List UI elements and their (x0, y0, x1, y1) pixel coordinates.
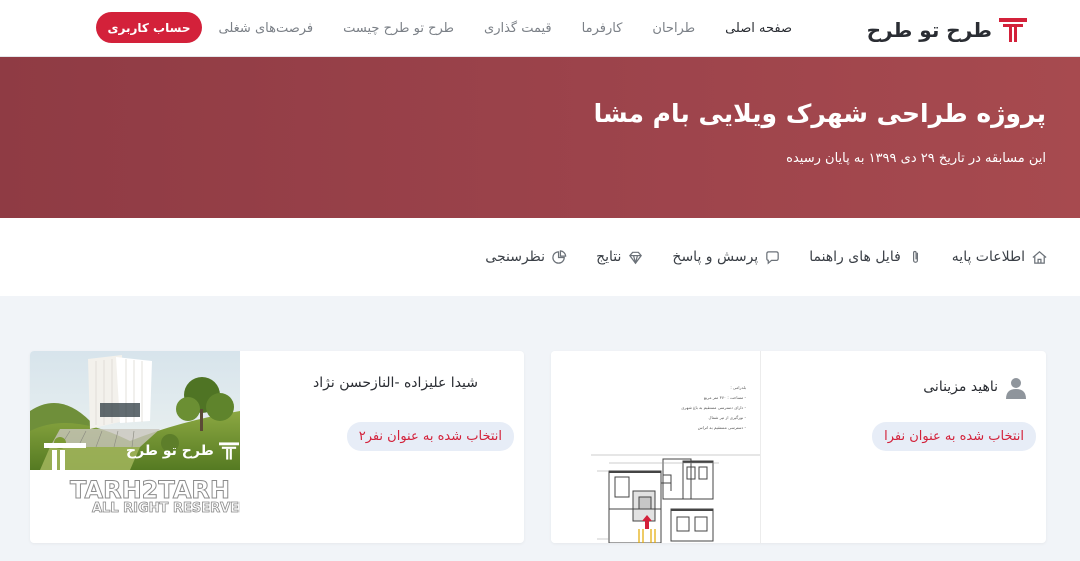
top-navbar: طرح تو طرح صفحه اصلی طراحان کارفرما قیمت… (0, 0, 1080, 57)
nav-home[interactable]: صفحه اصلی (725, 21, 792, 36)
tab-qa[interactable]: پرسش و پاسخ (672, 249, 781, 266)
entry-card[interactable]: شیدا علیزاده -النازحسن نژاد انتخاب شده ب… (30, 351, 524, 543)
selection-badge: انتخاب شده به عنوان نفرا (872, 422, 1036, 451)
project-tabs: اطلاعات پایه فایل های راهنما پرسش و پاسخ… (0, 218, 1080, 296)
tab-results-label: نتایج (596, 249, 622, 265)
nav-about[interactable]: طرح تو طرح چیست (343, 21, 454, 36)
nav-designers[interactable]: طراحان (652, 21, 695, 36)
brand-logo[interactable]: طرح تو طرح (867, 14, 1028, 46)
project-title: پروژه طراحی شهرک ویلایی بام مشا (593, 99, 1046, 128)
tab-basic-info-label: اطلاعات پایه (951, 249, 1025, 265)
diamond-icon (629, 251, 643, 264)
watermark: طرح تو طرح TARH2TARH ALL RIGHT RESERVED … (40, 437, 240, 517)
tab-survey[interactable]: نظرسنجی (485, 249, 568, 266)
entry-card[interactable]: ناهید مزینانی انتخاب شده به عنوان نفرا ب… (551, 351, 1046, 543)
nav-jobs[interactable]: فرصت‌های شغلی (219, 21, 314, 36)
designer-name[interactable]: ناهید مزینانی (923, 379, 998, 395)
villa-render-thumbnail[interactable]: طرح تو طرح TARH2TARH ALL RIGHT RESERVED … (30, 351, 240, 543)
floor-plan-drawing (591, 454, 760, 543)
paperclip-icon (912, 250, 918, 263)
entry-info: شیدا علیزاده -النازحسن نژاد انتخاب شده ب… (240, 351, 524, 543)
entry-info: ناهید مزینانی انتخاب شده به عنوان نفرا (762, 351, 1046, 543)
tab-qa-label: پرسش و پاسخ (672, 249, 759, 265)
selection-badge: انتخاب شده به عنوان نفر۲ (346, 422, 514, 451)
tab-basic-info[interactable]: اطلاعات پایه (952, 249, 1048, 266)
tab-guide-files[interactable]: فایل های راهنما (809, 249, 924, 266)
main-nav: صفحه اصلی طراحان کارفرما قیمت گذاری طرح … (219, 0, 792, 57)
logo-mark-icon (999, 18, 1027, 42)
watermark-brand-row: طرح تو طرح (126, 441, 240, 461)
watermark-mark-icon (44, 443, 86, 477)
watermark-rights: ALL RIGHT RESERVED (92, 501, 240, 517)
watermark-brand-text: طرح تو طرح (126, 443, 214, 459)
brand-name: طرح تو طرح (866, 18, 992, 42)
designer-name[interactable]: شیدا علیزاده -النازحسن نژاد (313, 375, 478, 391)
tab-guide-files-label: فایل های راهنما (809, 249, 901, 265)
designer-row: ناهید مزینانی (923, 375, 1028, 399)
avatar-icon (1006, 378, 1026, 399)
nav-employer[interactable]: کارفرما (582, 21, 623, 36)
floor-plan-thumbnail[interactable]: بلدرامی : - مساحت : ۳۷۰ متر مربع - دارای… (551, 351, 761, 543)
chat-bubble-icon (766, 250, 779, 265)
tab-results[interactable]: نتایج (596, 249, 644, 266)
account-button[interactable]: حساب کاربری (96, 12, 202, 43)
watermark-latin: TARH2TARH (70, 476, 231, 505)
pie-chart-icon (552, 249, 567, 264)
project-hero: پروژه طراحی شهرک ویلایی بام مشا این مساب… (0, 57, 1080, 218)
designer-row: شیدا علیزاده -النازحسن نژاد (313, 375, 478, 391)
watermark-logo-icon (218, 442, 239, 460)
competition-status: این مسابقه در تاریخ ۲۹ دی ۱۳۹۹ به پایان … (786, 151, 1046, 166)
tab-survey-label: نظرسنجی (485, 249, 546, 265)
home-icon (1032, 250, 1047, 264)
nav-pricing[interactable]: قیمت گذاری (484, 21, 552, 36)
